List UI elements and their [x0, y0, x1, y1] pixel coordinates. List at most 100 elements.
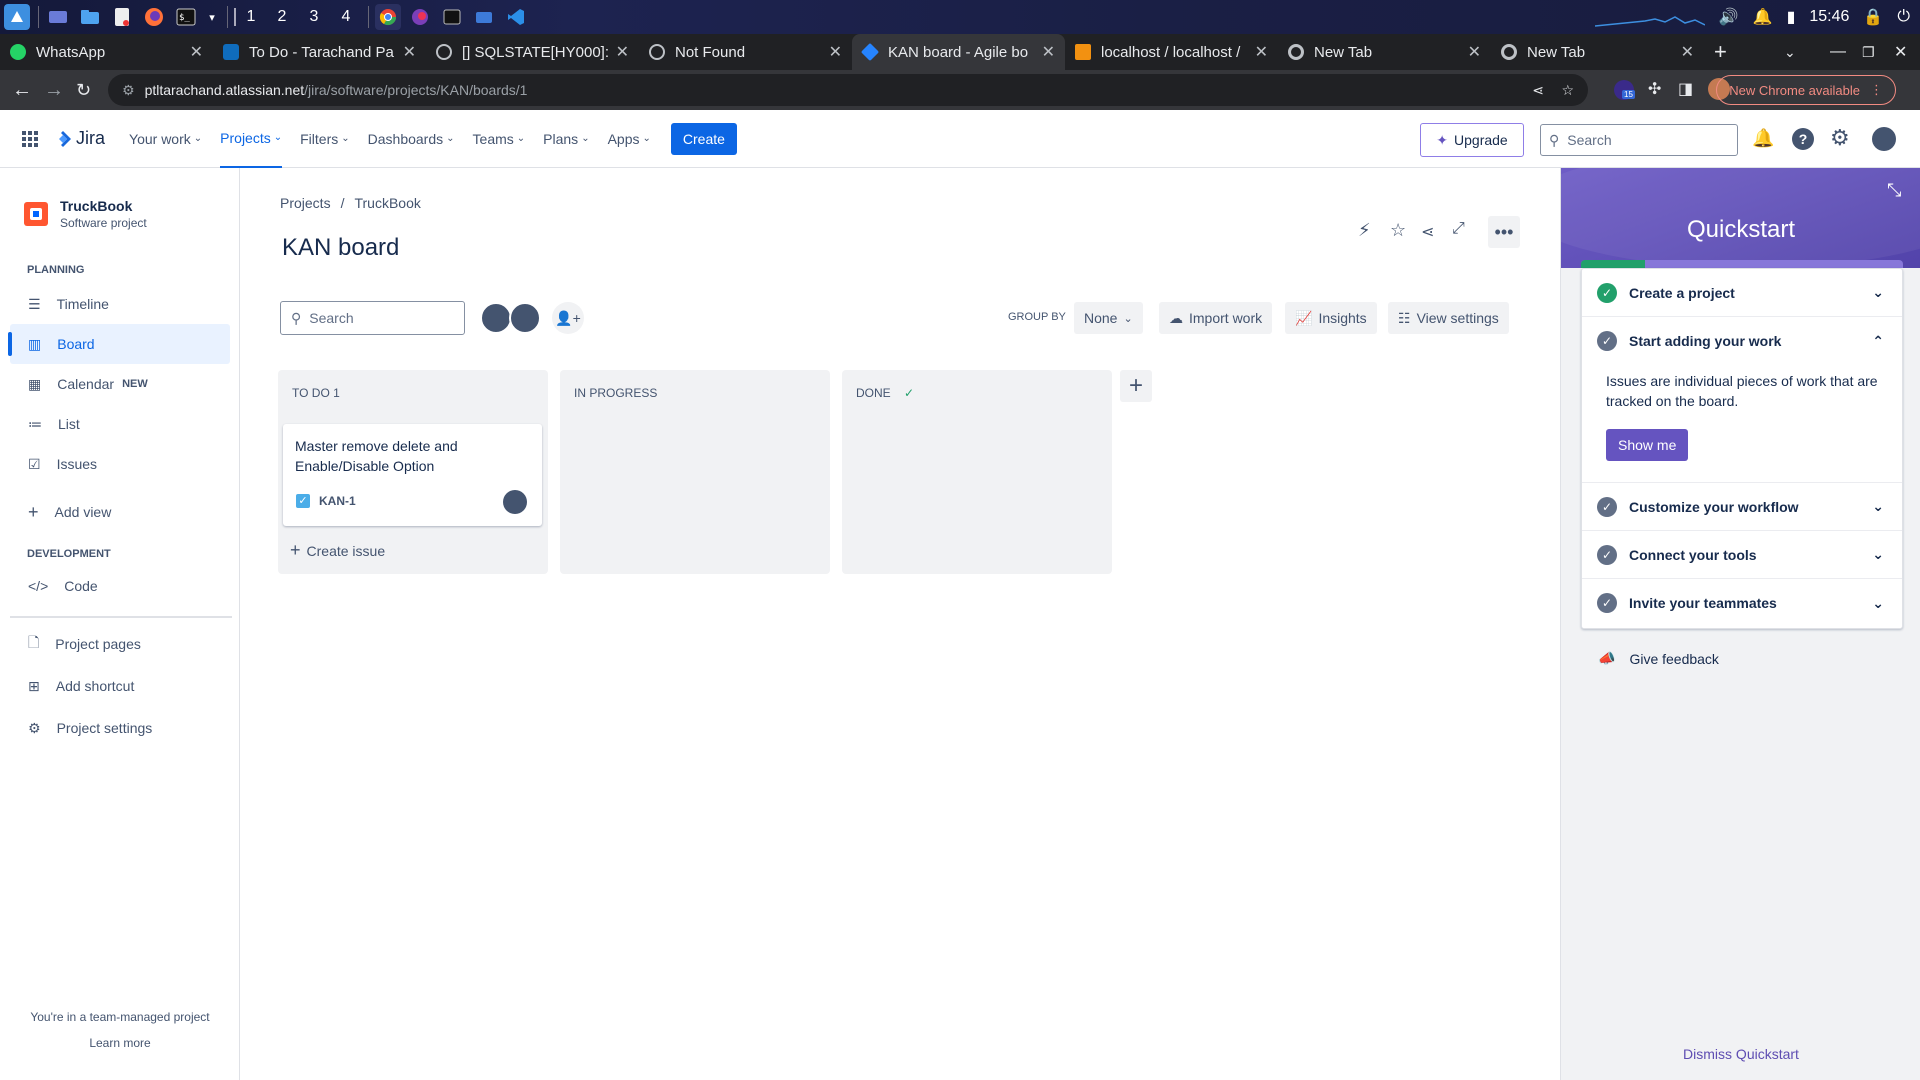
sidebar-item-calendar[interactable]: ▦ Calendar NEW	[10, 364, 230, 404]
fullscreen-icon[interactable]: ⤢	[1452, 220, 1465, 238]
side-panel-icon[interactable]: ◨	[1678, 79, 1693, 99]
nav-teams[interactable]: Teams ⌄	[473, 110, 526, 168]
back-arrow-icon[interactable]: ←	[12, 79, 32, 102]
bookmark-star-icon[interactable]: ☆	[1561, 82, 1574, 99]
give-feedback-link[interactable]: 📣 Give feedback	[1598, 650, 1719, 667]
forward-arrow-icon[interactable]: →	[44, 79, 64, 102]
window-close-icon[interactable]: ✕	[1894, 42, 1907, 62]
tab-kan-board[interactable]: KAN board - Agile bo ✕	[852, 34, 1065, 70]
star-icon[interactable]: ☆	[1390, 220, 1406, 241]
sidebar-item-project-pages[interactable]: 🗋 Project pages	[10, 624, 230, 664]
terminal-icon[interactable]: $_	[173, 4, 199, 30]
nav-filters[interactable]: Filters ⌄	[300, 110, 350, 168]
close-icon[interactable]: ✕	[1468, 42, 1481, 62]
quickstart-item-create-project[interactable]: ✓ Create a project ⌄	[1582, 269, 1902, 317]
close-icon[interactable]: ✕	[829, 42, 842, 62]
app-switcher-icon[interactable]	[22, 130, 38, 147]
folder-icon[interactable]	[471, 4, 497, 30]
firefox-icon[interactable]	[141, 4, 167, 30]
breadcrumb-project[interactable]: TruckBook	[354, 195, 420, 211]
close-icon[interactable]: ✕	[1042, 42, 1055, 62]
share-icon[interactable]: ⋖	[1532, 82, 1544, 99]
tab-search-chevron-icon[interactable]: ⌄	[1784, 44, 1796, 61]
tab-new-tab-1[interactable]: New Tab ✕	[1278, 34, 1491, 70]
workspace-4[interactable]: 4	[330, 8, 362, 26]
view-settings-button[interactable]: ☷ View settings	[1388, 302, 1509, 334]
add-column-button[interactable]: +	[1120, 370, 1152, 402]
quickstart-item-start-adding-work[interactable]: ✓ Start adding your work ⌃	[1582, 317, 1902, 365]
group-by-select[interactable]: None ⌄	[1074, 302, 1143, 334]
site-info-icon[interactable]: ⚙	[122, 82, 135, 99]
minimize-icon[interactable]: —	[1830, 43, 1846, 61]
quickstart-item-customize-workflow[interactable]: ✓ Customize your workflow ⌄	[1582, 483, 1902, 531]
sidebar-item-issues[interactable]: ☑ Issues	[10, 444, 230, 484]
nav-projects[interactable]: Projects ⌄	[220, 110, 283, 168]
reload-icon[interactable]: ↻	[76, 80, 91, 101]
clock[interactable]: 15:46	[1809, 8, 1849, 26]
notifications-icon[interactable]: 🔔	[1752, 128, 1774, 149]
learn-more-link[interactable]: Learn more	[0, 1036, 240, 1050]
share-icon[interactable]: ⋖	[1421, 222, 1434, 242]
extensions-puzzle-icon[interactable]: ✣	[1648, 79, 1661, 99]
create-issue-button[interactable]: + Create issue	[290, 540, 385, 561]
workspace-2[interactable]: 2	[266, 8, 298, 26]
chevron-down-icon[interactable]: ▾	[205, 4, 219, 30]
tab-new-tab-2[interactable]: New Tab ✕	[1491, 34, 1704, 70]
close-icon[interactable]: ✕	[190, 42, 203, 62]
import-work-button[interactable]: ☁ Import work	[1159, 302, 1273, 334]
tab-phpmyadmin[interactable]: localhost / localhost / ✕	[1065, 34, 1278, 70]
vscode-icon[interactable]	[503, 4, 529, 30]
create-button[interactable]: Create	[670, 122, 737, 155]
more-actions-button[interactable]: •••	[1488, 216, 1520, 248]
launcher-icon[interactable]	[4, 4, 30, 30]
tab-sqlstate[interactable]: [] SQLSTATE[HY000]: ✕	[426, 34, 639, 70]
avatar[interactable]	[480, 302, 512, 334]
restore-icon[interactable]: ❐	[1862, 44, 1875, 61]
assignee-avatar[interactable]	[503, 490, 527, 514]
nav-dashboards[interactable]: Dashboards ⌄	[368, 110, 455, 168]
add-people-button[interactable]: 👤+	[552, 302, 584, 334]
close-icon[interactable]: ✕	[1255, 42, 1268, 62]
sidebar-item-timeline[interactable]: ☰ Timeline	[10, 284, 230, 324]
project-header[interactable]: TruckBook Software project	[24, 198, 147, 230]
breadcrumb-projects[interactable]: Projects	[280, 195, 331, 211]
sidebar-item-board[interactable]: ▥ Board	[8, 324, 230, 364]
firefox-dev-icon[interactable]	[407, 4, 433, 30]
show-me-button[interactable]: Show me	[1606, 429, 1689, 461]
close-icon[interactable]: ✕	[403, 42, 416, 62]
issue-key[interactable]: KAN-1	[319, 494, 356, 508]
nav-your-work[interactable]: Your work ⌄	[129, 110, 202, 168]
quickstart-item-invite-teammates[interactable]: ✓ Invite your teammates ⌄	[1582, 579, 1902, 627]
quickstart-item-connect-tools[interactable]: ✓ Connect your tools ⌄	[1582, 531, 1902, 579]
new-tab-plus-icon[interactable]: +	[1714, 39, 1727, 65]
settings-gear-icon[interactable]: ⚙	[1830, 125, 1850, 151]
chrome-icon[interactable]	[375, 4, 401, 30]
chrome-update-button[interactable]: New Chrome available ⋮	[1716, 75, 1896, 105]
lock-icon[interactable]: 🔒	[1863, 7, 1883, 27]
tab-outlook[interactable]: To Do - Tarachand Pa ✕	[213, 34, 426, 70]
sidebar-item-project-settings[interactable]: ⚙ Project settings	[10, 708, 230, 748]
automation-lightning-icon[interactable]: ⚡	[1358, 220, 1371, 241]
power-icon[interactable]: ⏻	[1897, 8, 1910, 26]
global-search-input[interactable]: ⚲ Search	[1540, 124, 1738, 156]
close-icon[interactable]: ✕	[616, 42, 629, 62]
jira-logo[interactable]: Jira	[54, 128, 105, 149]
sidebar-item-list[interactable]: ≔ List	[10, 404, 230, 444]
tab-not-found[interactable]: Not Found ✕	[639, 34, 852, 70]
nav-apps[interactable]: Apps ⌄	[608, 110, 651, 168]
address-bar[interactable]: ⚙ ptltarachand.atlassian.net/jira/softwa…	[108, 74, 1588, 106]
notification-bell-icon[interactable]: 🔔	[1753, 7, 1773, 27]
sidebar-item-add-shortcut[interactable]: ⊞ Add shortcut	[10, 666, 230, 706]
tab-whatsapp[interactable]: WhatsApp ✕	[0, 34, 213, 70]
collapse-icon[interactable]: ⤡	[1887, 180, 1901, 201]
sidebar-item-add-view[interactable]: + Add view	[10, 492, 230, 532]
desktop-icon[interactable]	[45, 4, 71, 30]
insights-button[interactable]: 📈 Insights	[1285, 302, 1377, 334]
board-search-input[interactable]: ⚲ Search	[280, 301, 465, 335]
upgrade-button[interactable]: ✦ Upgrade	[1420, 123, 1524, 157]
files-icon[interactable]	[77, 4, 103, 30]
workspace-1[interactable]: 1	[234, 8, 266, 26]
extension-icon[interactable]: 15	[1614, 80, 1635, 100]
dismiss-quickstart-link[interactable]: Dismiss Quickstart	[1561, 1046, 1920, 1062]
volume-icon[interactable]: 🔊	[1719, 7, 1739, 27]
